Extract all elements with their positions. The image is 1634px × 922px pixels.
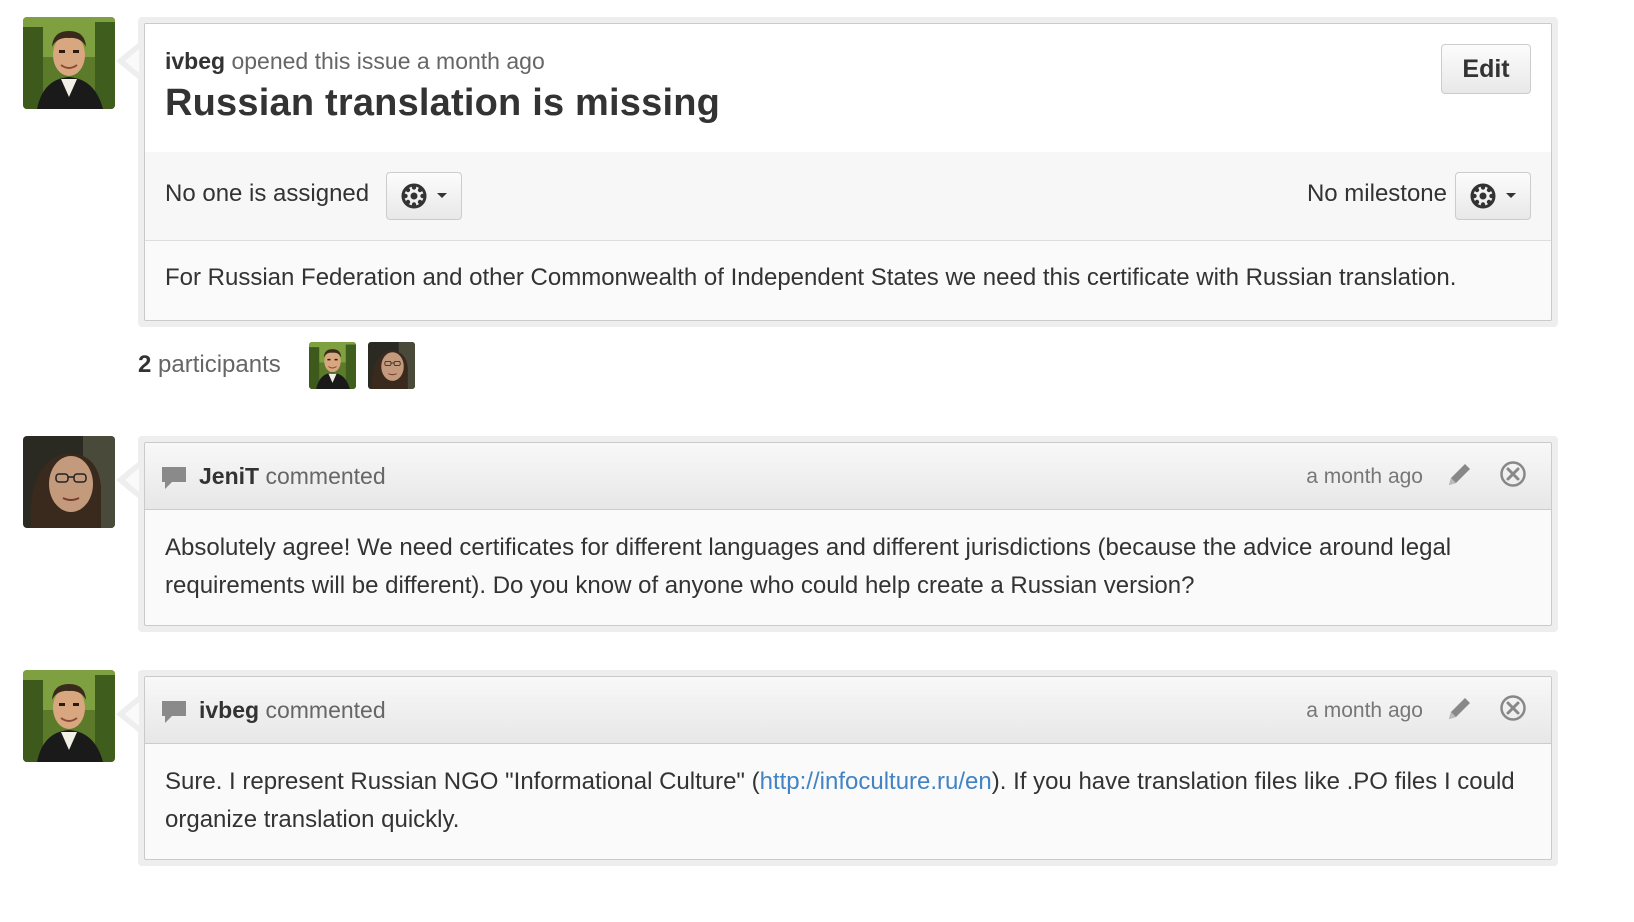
- issue-meta-text: opened this issue a month ago: [231, 48, 545, 74]
- participants-count: 2: [138, 351, 152, 378]
- issue-title: Russian translation is missing: [165, 82, 721, 124]
- avatar-image: [309, 342, 356, 389]
- comment-box: JeniT commented a month ago Absolutely a…: [144, 442, 1552, 626]
- edit-button[interactable]: Edit: [1441, 44, 1531, 94]
- comment-timestamp[interactable]: a month ago: [1306, 699, 1423, 723]
- avatar-pointer: [116, 43, 139, 79]
- comment-action: commented: [265, 697, 386, 723]
- issue-meta: ivbeg opened this issue a month ago: [165, 48, 545, 75]
- avatar-image: [23, 17, 115, 109]
- caret-down-icon: [1505, 192, 1517, 200]
- comment-box: ivbeg commented a month ago Sure. I repr…: [144, 676, 1552, 860]
- issue-container: ivbeg opened this issue a month ago Russ…: [116, 17, 1558, 327]
- comment-body: Sure. I represent Russian NGO "Informati…: [165, 763, 1521, 839]
- comment-action: commented: [265, 463, 386, 489]
- pencil-icon[interactable]: [1445, 459, 1475, 489]
- close-circle-icon[interactable]: [1499, 460, 1527, 488]
- comment-timestamp[interactable]: a month ago: [1306, 465, 1423, 489]
- milestone-settings-button[interactable]: [1455, 172, 1531, 220]
- gear-icon: [400, 182, 428, 210]
- comment-avatar-jenit[interactable]: [23, 436, 115, 528]
- comment-author-line: ivbeg commented: [199, 697, 386, 724]
- avatar-image: [23, 436, 115, 528]
- avatar-pointer: [116, 462, 139, 498]
- comment-header: ivbeg commented a month ago: [145, 677, 1551, 744]
- caret-down-icon: [436, 192, 448, 200]
- comment-body: Absolutely agree! We need certificates f…: [165, 534, 1452, 599]
- infoculture-link[interactable]: http://infoculture.ru/en: [760, 768, 992, 795]
- issue-assignment-bar: No one is assigned No milestone: [145, 152, 1551, 241]
- issue-author-link[interactable]: ivbeg: [165, 48, 225, 74]
- comment-author-link[interactable]: ivbeg: [199, 697, 259, 723]
- avatar-image: [368, 342, 415, 389]
- avatar-image: [23, 670, 115, 762]
- author-avatar[interactable]: [23, 17, 115, 109]
- participant-avatar-ivbeg[interactable]: [309, 342, 356, 389]
- participant-avatar-jenit[interactable]: [368, 342, 415, 389]
- participants-summary: 2 participants: [138, 351, 281, 379]
- milestone-text: No milestone: [1306, 180, 1447, 207]
- gear-icon: [1469, 182, 1497, 210]
- comment-author-line: JeniT commented: [199, 463, 386, 490]
- comment-container: ivbeg commented a month ago Sure. I repr…: [116, 670, 1558, 866]
- participants-label: participants: [158, 351, 281, 378]
- speech-bubble-icon: [160, 699, 188, 725]
- avatar-pointer: [116, 696, 139, 732]
- comment-text-before-link: Sure. I represent Russian NGO "Informati…: [165, 768, 760, 795]
- comment-container: JeniT commented a month ago Absolutely a…: [116, 436, 1558, 632]
- assignee-text: No one is assigned: [165, 180, 370, 207]
- comment-avatar-ivbeg[interactable]: [23, 670, 115, 762]
- issue-box: ivbeg opened this issue a month ago Russ…: [144, 23, 1552, 321]
- issue-body: For Russian Federation and other Commonw…: [165, 264, 1457, 291]
- comment-header: JeniT commented a month ago: [145, 443, 1551, 510]
- comment-author-link[interactable]: JeniT: [199, 463, 259, 489]
- close-circle-icon[interactable]: [1499, 694, 1527, 722]
- issue-header: ivbeg opened this issue a month ago Russ…: [145, 24, 1551, 153]
- assignee-settings-button[interactable]: [386, 172, 462, 220]
- speech-bubble-icon: [160, 465, 188, 491]
- pencil-icon[interactable]: [1445, 693, 1475, 723]
